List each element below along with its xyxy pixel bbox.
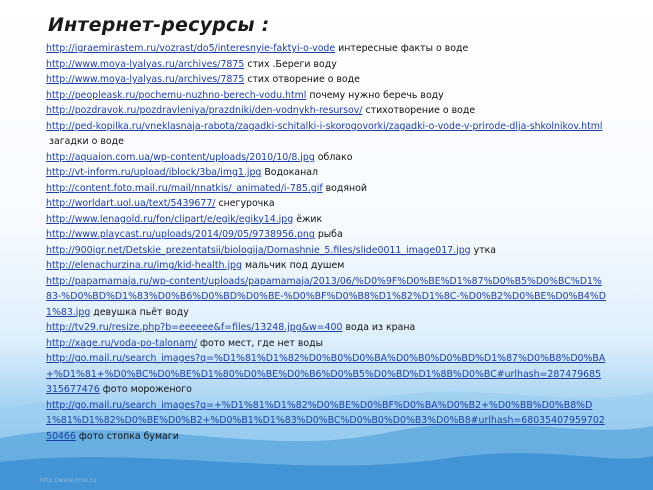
resource-link[interactable]: http://www.moya-lyalyas.ru/archives/7875 [46,74,244,85]
resource-description: почему нужно беречь воду [309,89,444,101]
list-item: http://xage.ru/voda-po-talonam/фото мест… [46,336,606,352]
resource-link[interactable]: http://aquaion.com.ua/wp-content/uploads… [46,152,315,163]
resource-link[interactable]: http://pozdravok.ru/pozdravleniya/prazdn… [46,105,362,116]
resource-description: снегурочка [218,198,275,209]
list-item: http://peopleask.ru/pochemu-nuzhno-berec… [46,88,606,104]
list-item: http://tv29.ru/resize.php?b=eeeeee&f=fil… [46,320,606,336]
resource-description: интересные факты о воде [338,43,469,54]
list-item: http://www.moya-lyalyas.ru/archives/7875… [46,57,606,73]
resource-link[interactable]: http://content.foto.mail.ru/mail/nnatkis… [46,183,323,194]
resource-description: загадки о воде [49,136,124,147]
list-item: http://go.mail.ru/search_images?q=+%D1%8… [46,398,606,445]
resource-description: утка [473,244,497,256]
resource-description: водяной [325,182,367,194]
resource-link[interactable]: http://tv29.ru/resize.php?b=eeeeee&f=fil… [46,322,342,333]
list-item: http://worldart.uol.ua/text/5439677/снег… [46,196,606,212]
list-item: http://vt-inform.ru/upload/iblock/3ba/im… [46,165,606,181]
resource-link[interactable]: http://xage.ru/voda-po-talonam/ [46,338,197,349]
resource-link[interactable]: http://www.moya-lyalyas.ru/archives/7875 [46,59,244,70]
list-item: http://igraemirastem.ru/vozrast/do5/inte… [46,41,606,57]
resource-description: рыба [317,229,343,240]
resource-description: фото мест, где нет воды [200,337,323,349]
list-item: http://aquaion.com.ua/wp-content/uploads… [46,150,606,166]
resource-description: фото стопка бумаги [78,430,179,442]
resource-description: Водоканал [264,167,319,178]
resource-link[interactable]: http://elenachurzina.ru/img/kid-health.j… [46,260,242,271]
list-item: http://ped-kopilka.ru/vneklasnaja-rabota… [46,119,606,150]
resource-description: вода из крана [345,322,416,333]
content: Интернет-ресурсы : http://igraemirastem.… [46,14,606,444]
resource-description: фото мороженого [102,384,192,395]
resource-description: стих .Береги воду [247,58,337,70]
resource-description: девушка пьёт воду [93,306,189,318]
resource-description: стихотворение о воде [365,105,476,116]
list-item: http://900igr.net/Detskie_prezentatsii/b… [46,243,606,259]
resource-description: стих отворение о воде [247,74,360,85]
resource-description: ёжик [296,213,323,225]
slide: Интернет-ресурсы : http://igraemirastem.… [0,0,653,490]
list-item: http://go.mail.ru/search_images?q=%D1%81… [46,351,606,398]
list-item: http://papamamaja.ru/wp-content/uploads/… [46,274,606,321]
list-item: http://elenachurzina.ru/img/kid-health.j… [46,258,606,274]
resource-link[interactable]: http://900igr.net/Detskie_prezentatsii/b… [46,245,471,256]
resource-link[interactable]: http://worldart.uol.ua/text/5439677/ [46,198,215,209]
resource-link[interactable]: http://www.lenagold.ru/fon/clipart/e/egi… [46,214,293,225]
list-item: http://www.moya-lyalyas.ru/archives/7875… [46,72,606,88]
list-item: http://content.foto.mail.ru/mail/nnatkis… [46,181,606,197]
list-item: http://pozdravok.ru/pozdravleniya/prazdn… [46,103,606,119]
resource-list: http://igraemirastem.ru/vozrast/do5/inte… [46,41,606,444]
list-item: http://www.playcast.ru/uploads/2014/09/0… [46,227,606,243]
resource-description: облако [317,151,353,163]
resource-link[interactable]: http://peopleask.ru/pochemu-nuzhno-berec… [46,90,306,101]
slide-title: Интернет-ресурсы : [48,14,270,36]
footer-watermark: http://www.rmix.ru [40,477,97,484]
resource-description: мальчик под душем [244,260,345,271]
resource-link[interactable]: http://igraemirastem.ru/vozrast/do5/inte… [46,43,335,54]
resource-link[interactable]: http://vt-inform.ru/upload/iblock/3ba/im… [46,167,261,178]
resource-link[interactable]: http://www.playcast.ru/uploads/2014/09/0… [46,229,315,240]
list-item: http://www.lenagold.ru/fon/clipart/e/egi… [46,212,606,228]
resource-link[interactable]: http://ped-kopilka.ru/vneklasnaja-rabota… [46,121,603,132]
